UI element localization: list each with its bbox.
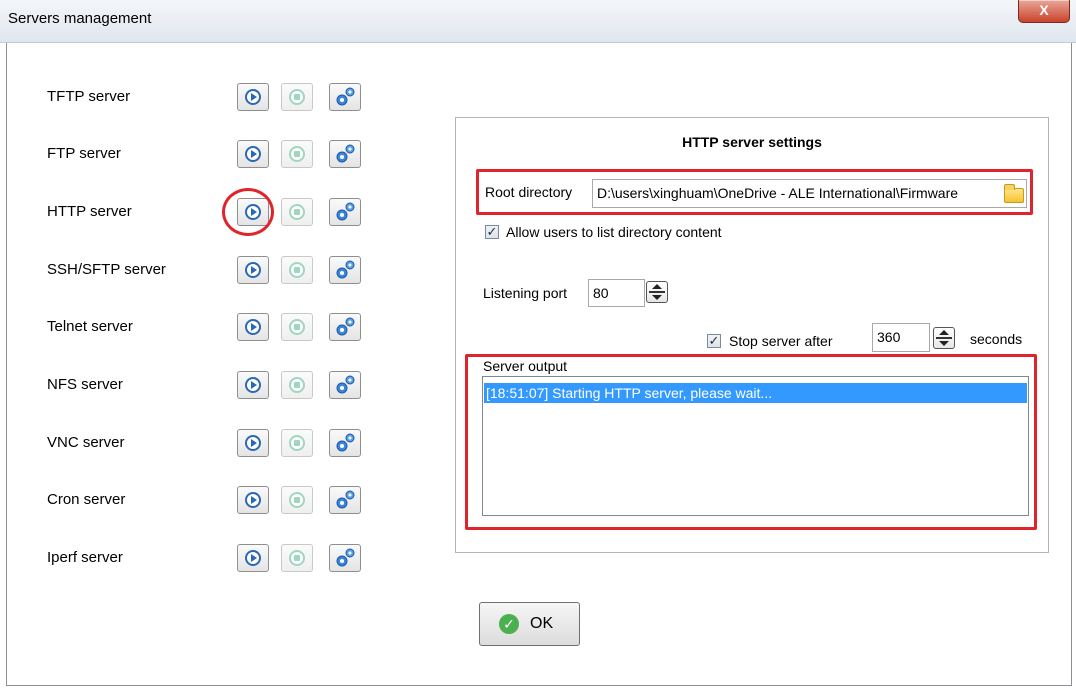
server-label: FTP server <box>47 145 121 162</box>
settings-iperf-button[interactable] <box>329 544 361 572</box>
output-line[interactable]: [18:51:07] Starting HTTP server, please … <box>484 383 1027 403</box>
panel-title: HTTP server settings <box>682 134 822 150</box>
stop-after-label: Stop server after <box>729 333 833 349</box>
root-directory-value: D:\users\xinghuam\OneDrive - ALE Interna… <box>597 185 959 201</box>
stop-after-spinner[interactable] <box>933 327 955 349</box>
play-icon <box>245 435 261 451</box>
stop-cron-button[interactable] <box>281 486 313 514</box>
stop-icon <box>289 377 305 393</box>
settings-ftp-button[interactable] <box>329 140 361 168</box>
server-label: Iperf server <box>47 549 123 566</box>
gears-icon <box>336 260 355 279</box>
listening-port-value: 80 <box>593 285 609 301</box>
settings-nfs-button[interactable] <box>329 371 361 399</box>
server-label: HTTP server <box>47 203 132 220</box>
stop-after-input[interactable]: 360 <box>872 323 930 352</box>
stop-telnet-button[interactable] <box>281 313 313 341</box>
play-icon <box>245 89 261 105</box>
start-vnc-button[interactable] <box>237 429 269 457</box>
settings-http-button[interactable] <box>329 198 361 226</box>
stop-after-checkbox[interactable]: ✓ <box>707 334 721 348</box>
server-label: SSH/SFTP server <box>47 261 166 278</box>
start-ftp-button[interactable] <box>237 140 269 168</box>
listening-port-label: Listening port <box>483 285 568 301</box>
settings-telnet-button[interactable] <box>329 313 361 341</box>
window-title: Servers management <box>8 10 152 27</box>
stop-iperf-button[interactable] <box>281 544 313 572</box>
gears-icon <box>336 144 355 163</box>
stop-vnc-button[interactable] <box>281 429 313 457</box>
play-icon <box>245 319 261 335</box>
stop-icon <box>289 146 305 162</box>
start-nfs-button[interactable] <box>237 371 269 399</box>
settings-cron-button[interactable] <box>329 486 361 514</box>
stop-icon <box>289 435 305 451</box>
ok-label: OK <box>530 615 554 632</box>
stop-nfs-button[interactable] <box>281 371 313 399</box>
server-label: NFS server <box>47 376 123 393</box>
start-iperf-button[interactable] <box>237 544 269 572</box>
play-icon <box>245 492 261 508</box>
root-directory-input[interactable]: D:\users\xinghuam\OneDrive - ALE Interna… <box>592 179 1027 208</box>
allow-list-label: Allow users to list directory content <box>506 224 722 240</box>
stop-icon <box>289 204 305 220</box>
ok-button[interactable]: ✓ OK <box>479 602 580 646</box>
gears-icon <box>336 87 355 106</box>
play-icon <box>245 377 261 393</box>
play-icon <box>245 550 261 566</box>
allow-list-checkbox[interactable]: ✓ <box>485 225 499 239</box>
stop-icon <box>289 89 305 105</box>
root-directory-label: Root directory <box>485 184 573 200</box>
gears-icon <box>336 490 355 509</box>
listening-port-input[interactable]: 80 <box>588 279 645 307</box>
gears-icon <box>336 375 355 394</box>
settings-tftp-button[interactable] <box>329 83 361 111</box>
start-tftp-button[interactable] <box>237 83 269 111</box>
folder-browse-icon[interactable] <box>1004 184 1024 203</box>
title-bar: Servers management X <box>0 0 1076 43</box>
stop-after-value: 360 <box>877 329 901 345</box>
highlight-circle <box>222 188 274 236</box>
stop-icon <box>289 319 305 335</box>
close-button[interactable]: X <box>1018 0 1070 23</box>
check-icon: ✓ <box>499 614 519 634</box>
server-label: VNC server <box>47 434 125 451</box>
stop-icon <box>289 262 305 278</box>
gears-icon <box>336 317 355 336</box>
server-label: Telnet server <box>47 318 133 335</box>
gears-icon <box>336 548 355 567</box>
start-telnet-button[interactable] <box>237 313 269 341</box>
listening-port-spinner[interactable] <box>646 281 668 303</box>
server-label: TFTP server <box>47 88 131 105</box>
stop-tftp-button[interactable] <box>281 83 313 111</box>
stop-http-button[interactable] <box>281 198 313 226</box>
gears-icon <box>336 433 355 452</box>
stop-ssh-sftp-button[interactable] <box>281 256 313 284</box>
seconds-label: seconds <box>970 331 1023 347</box>
play-icon <box>245 146 261 162</box>
stop-ftp-button[interactable] <box>281 140 313 168</box>
server-output-label: Server output <box>483 358 568 374</box>
play-icon <box>245 262 261 278</box>
settings-ssh-sftp-button[interactable] <box>329 256 361 284</box>
stop-icon <box>289 550 305 566</box>
stop-icon <box>289 492 305 508</box>
start-cron-button[interactable] <box>237 486 269 514</box>
start-ssh-sftp-button[interactable] <box>237 256 269 284</box>
server-label: Cron server <box>47 491 126 508</box>
close-icon: X <box>1039 2 1049 18</box>
gears-icon <box>336 202 355 221</box>
settings-vnc-button[interactable] <box>329 429 361 457</box>
server-output-list[interactable]: [18:51:07] Starting HTTP server, please … <box>482 376 1029 516</box>
